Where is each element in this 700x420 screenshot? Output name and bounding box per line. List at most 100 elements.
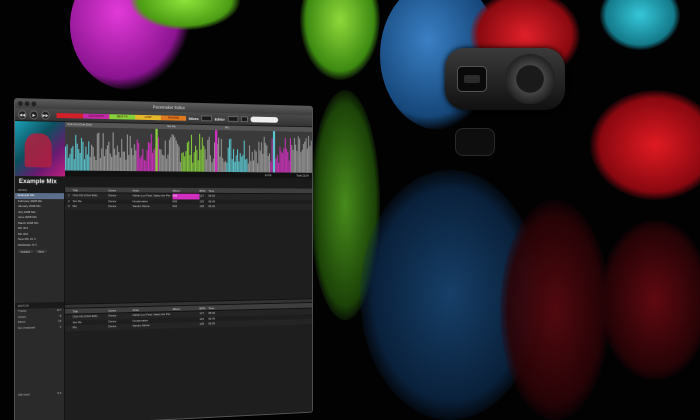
waveform-bar	[251, 151, 253, 174]
search-input[interactable]	[250, 116, 278, 123]
waveform-panel[interactable]: Club Kid (Club Edit) Set Me Rio 22:00 To…	[65, 122, 313, 179]
waveform-bar	[146, 150, 148, 173]
waveform-bar	[174, 137, 176, 173]
waveform-bar	[66, 144, 68, 172]
waveform-bar	[283, 148, 285, 174]
waveform-bar	[104, 156, 106, 172]
waveform-bar	[182, 152, 184, 173]
waveform-bar	[267, 155, 269, 174]
waveform-bar	[293, 138, 295, 174]
waveform-bar	[98, 132, 100, 172]
mix-table-cell: Dance	[108, 204, 117, 209]
waveform-bar	[262, 153, 264, 174]
waveform-bar	[199, 133, 201, 173]
waveform-bar	[175, 140, 177, 173]
waveform-bar	[239, 153, 241, 174]
waveform-bar	[208, 136, 210, 173]
total-time: Total 22:00	[296, 173, 309, 178]
play-button[interactable]: ▶	[29, 109, 39, 120]
waveform-bar	[280, 151, 282, 174]
mix-table-header-cell[interactable]: Time	[208, 188, 220, 193]
waveform-bar	[111, 156, 113, 172]
new-mix-button[interactable]: New	[35, 249, 47, 254]
waveform-bar	[142, 148, 144, 173]
library-table-header-cell[interactable]: Genre	[108, 307, 132, 313]
waveform-bar	[286, 148, 288, 174]
waveform-bar	[201, 137, 203, 173]
fx-tab-0[interactable]	[56, 112, 84, 119]
library-table-header-cell[interactable]: Album	[173, 306, 200, 311]
editor-label: Editor	[214, 116, 225, 122]
mix-table-cell: 000	[172, 204, 178, 209]
library-table-cell: Sandro Monte	[132, 323, 150, 328]
waveform-bar	[178, 146, 180, 173]
mix-table-row[interactable]: 3 Rio Dance Sandro Monte 000 128 06:00	[65, 204, 313, 210]
waveform-bar	[129, 135, 131, 173]
waveform-bar	[163, 155, 165, 173]
waveform-bar	[171, 134, 173, 173]
sidebar: MIXES Example Mix February 2008 Mix Januar…	[14, 187, 66, 420]
mix-table-header-cell[interactable]: Artist	[132, 188, 172, 193]
waveform-bar	[276, 155, 278, 174]
mixes-toggle[interactable]	[201, 115, 213, 122]
waveform-bar	[81, 137, 83, 172]
waveform-bar	[75, 134, 77, 172]
library-table-header-cell[interactable]	[65, 309, 73, 314]
waveform-bar	[263, 136, 265, 174]
library-table-header-cell[interactable]: Time	[208, 305, 220, 310]
fx-tab-1[interactable]: COLOUR FX	[83, 113, 110, 119]
view-button[interactable]	[240, 116, 248, 123]
waveform-bar	[255, 151, 257, 174]
waveform-bar	[204, 149, 206, 173]
waveform-bar	[254, 149, 256, 174]
waveform-cue-marker[interactable]	[215, 130, 218, 173]
waveform-cue-marker[interactable]	[155, 128, 158, 173]
mix-table-header-cell[interactable]: Album	[173, 188, 200, 193]
waveform-bar	[105, 149, 107, 172]
waveform-bar	[94, 156, 96, 172]
mix-table-header-cell[interactable]: Genre	[108, 188, 132, 193]
waveform-bar	[233, 148, 235, 174]
fx-tab-2[interactable]: BEAT FX	[109, 113, 136, 120]
waveform-bar	[271, 138, 273, 174]
waveform-bar	[268, 153, 270, 174]
waveform-bar	[259, 150, 261, 174]
mix-table-cell: 128	[199, 204, 204, 209]
fx-tab-4[interactable]: REVERB	[160, 114, 187, 121]
library-table-header-cell[interactable]: Title	[73, 308, 109, 313]
waveform-bar	[85, 146, 87, 172]
waveform-bar	[284, 137, 286, 174]
waveform-bar	[242, 154, 244, 174]
rewind-button[interactable]: ◀◀	[17, 109, 27, 119]
waveform-bar	[112, 132, 114, 172]
mix-table-cell: Sandro Monte	[132, 204, 150, 209]
mix-table: 1 Club Kid (Club Edit) Dance Adrian Lux Fea…	[65, 193, 313, 304]
mix-table-cell: 3	[68, 204, 70, 209]
publish-button[interactable]: Publish	[17, 249, 34, 254]
waveform-bar	[188, 141, 190, 173]
fast-forward-button[interactable]: ▶▶	[41, 110, 50, 120]
waveform-bar	[301, 149, 303, 174]
waveform-bar	[160, 149, 162, 173]
library-table-header-cell[interactable]: BPM	[199, 305, 208, 310]
waveform-bar	[132, 155, 134, 173]
waveform-bar	[205, 159, 207, 173]
mix-table-header-cell[interactable]	[65, 187, 73, 192]
waveform[interactable]	[65, 127, 312, 174]
mix-table-cell: 06:00	[208, 204, 216, 209]
waveform-bar	[275, 158, 277, 174]
mix-table-header-cell[interactable]: Title	[73, 187, 109, 192]
waveform-bar	[297, 136, 299, 174]
mix-table-header-cell[interactable]: BPM	[199, 188, 208, 193]
waveform-bar	[177, 143, 179, 173]
waveform-bar	[282, 153, 284, 174]
editor-window: Pacemaker Editor ◀◀ ▶ ▶▶ COLOUR FX BEAT F…	[14, 98, 313, 420]
waveform-bar	[121, 138, 123, 172]
waveform-bar	[72, 146, 74, 172]
waveform-cue-marker[interactable]	[272, 131, 276, 174]
waveform-bar	[279, 146, 281, 174]
waveform-bar	[157, 137, 159, 173]
fx-tab-3[interactable]: LOOP	[135, 114, 161, 120]
editor-toggle[interactable]	[227, 116, 239, 122]
